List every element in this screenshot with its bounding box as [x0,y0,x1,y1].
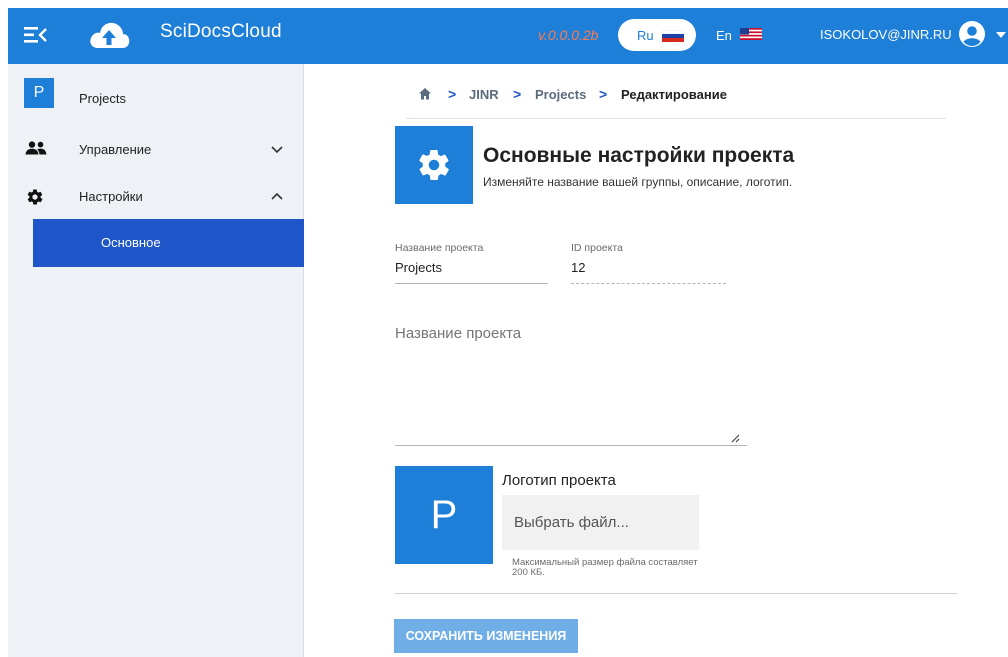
project-id-underline [571,283,726,284]
brand-name[interactable]: SciDocsCloud [160,21,282,43]
choose-file-button[interactable]: Выбрать файл... [502,495,699,550]
breadcrumb-link-projects[interactable]: Projects [535,87,586,102]
project-name-label: Название проекта [395,242,484,254]
sidebar-item-projects[interactable]: P Projects [8,64,304,112]
project-name-input[interactable] [395,258,547,276]
sidebar-item-label: Настройки [79,189,143,204]
project-logo-preview: P [395,466,493,564]
caret-down-icon[interactable] [996,32,1006,38]
sidebar-subitem-label: Основное [101,235,161,250]
breadcrumb-separator: > [599,86,608,102]
form-divider [395,593,957,594]
sidebar-item-settings[interactable]: Настройки [8,172,304,220]
version-label: v.0.0.0.2b [538,27,599,43]
usa-flag-icon [740,28,762,40]
breadcrumb-link-jinr[interactable]: JINR [469,87,499,102]
russia-flag-icon [662,30,684,42]
project-description-textarea[interactable] [395,320,747,446]
language-ru-label: Ru [637,28,654,43]
project-name-underline [395,283,548,284]
menu-collapse-icon[interactable] [24,24,48,46]
language-en-label: En [716,28,732,43]
user-account-icon[interactable] [958,20,986,48]
project-logo-label: Логотип проекта [502,472,616,489]
project-id-label: ID проекта [571,242,623,254]
language-en-button[interactable]: En [708,19,770,51]
resize-handle-icon[interactable] [730,433,740,443]
sidebar-subitem-general[interactable]: Основное [33,219,304,267]
file-size-hint: Максимальный размер файла составляет 200… [512,557,698,578]
chevron-down-icon[interactable] [270,142,284,156]
top-app-bar: SciDocsCloud v.0.0.0.2b Ru En ISOKOLOV@J… [8,8,1008,64]
user-email[interactable]: ISOKOLOV@JINR.RU [820,27,952,42]
sidebar-item-label: Projects [79,91,126,106]
language-ru-button[interactable]: Ru [618,19,696,51]
sidebar: P Projects Управление Настройки Основное [8,64,304,657]
breadcrumb-divider [406,118,946,119]
save-changes-button[interactable]: СОХРАНИТЬ ИЗМЕНЕНИЯ [394,619,578,653]
page-title: Основные настройки проекта [483,144,795,167]
gear-icon [27,189,43,205]
home-icon[interactable] [418,87,432,101]
breadcrumb-separator: > [448,86,457,102]
people-icon [25,141,47,155]
gear-icon [419,150,449,180]
project-id-field [571,258,721,276]
sidebar-item-management[interactable]: Управление [8,124,304,172]
sidebar-item-label: Управление [79,142,152,157]
choose-file-label: Выбрать файл... [514,514,629,531]
settings-header-icon [395,126,473,204]
page-subtitle: Изменяйте название вашей группы, описани… [483,175,793,189]
breadcrumb-separator: > [513,86,522,102]
chevron-up-icon[interactable] [270,190,284,204]
breadcrumb-current: Редактирование [621,87,727,102]
cloud-upload-icon[interactable] [88,18,130,52]
project-avatar: P [24,78,54,108]
